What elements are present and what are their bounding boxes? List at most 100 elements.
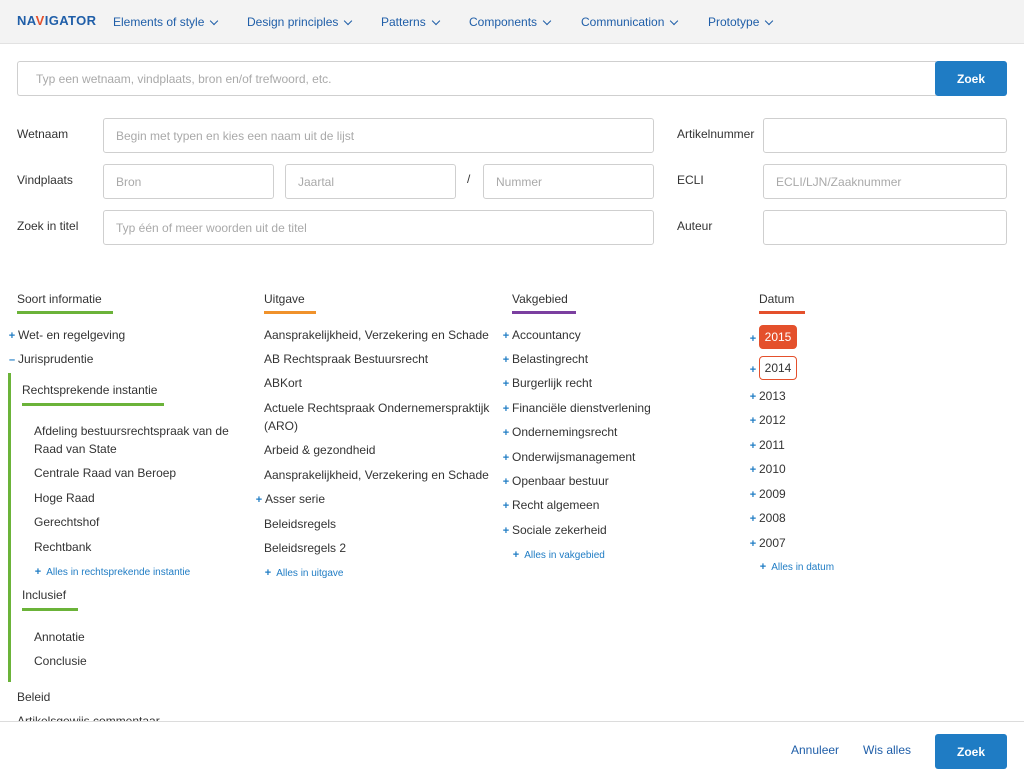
- alles-in-rechtsprekende-instantie-link[interactable]: + Alles in rechtsprekende instantie: [34, 566, 190, 578]
- wetnaam-input[interactable]: [103, 118, 654, 153]
- filter-vakgebied-item[interactable]: + Accountancy: [502, 327, 581, 345]
- plus-icon: +: [749, 538, 757, 550]
- filter-year[interactable]: +2012: [749, 412, 786, 430]
- plus-icon: +: [502, 427, 510, 439]
- datum-underline: [759, 311, 805, 314]
- filter-year[interactable]: +2007: [749, 535, 786, 553]
- plus-icon: +: [34, 566, 42, 578]
- vindplaats-label: Vindplaats: [17, 173, 73, 187]
- wetnaam-label: Wetnaam: [17, 127, 69, 141]
- filter-uitgave-item[interactable]: AB Rechtspraak Bestuursrecht: [264, 351, 428, 368]
- plus-icon: +: [749, 415, 757, 427]
- uitgave-heading: Uitgave: [264, 292, 305, 306]
- filter-uitgave-item-continued[interactable]: (ARO): [264, 418, 298, 435]
- plus-icon: +: [502, 476, 510, 488]
- filter-uitgave-item[interactable]: Actuele Rechtspraak Ondernemerspraktijk: [264, 400, 489, 417]
- nav-components[interactable]: Components: [469, 15, 552, 29]
- year-2015-expander[interactable]: +: [749, 330, 759, 348]
- nav-prototype[interactable]: Prototype: [708, 15, 774, 29]
- filter-uitgave-item[interactable]: Aansprakelijkheid, Verzekering en Schade: [264, 327, 489, 344]
- filter-uitgave-item[interactable]: Arbeid & gezondheid: [264, 442, 375, 459]
- titel-input[interactable]: [103, 210, 654, 245]
- nav-elements-of-style[interactable]: Elements of style: [113, 15, 219, 29]
- titel-label: Zoek in titel: [17, 219, 79, 233]
- filter-raad-van-state[interactable]: Raad van State: [34, 441, 117, 458]
- ecli-label: ECLI: [677, 173, 704, 187]
- chevron-down-icon: [431, 16, 440, 26]
- vakgebied-heading: Vakgebied: [512, 292, 568, 306]
- filter-wet-en-regelgeving[interactable]: + Wet- en regelgeving: [8, 327, 125, 345]
- plus-icon: +: [255, 494, 263, 506]
- filter-beleid[interactable]: Beleid: [17, 689, 50, 706]
- filter-uitgave-item[interactable]: Beleidsregels: [264, 516, 336, 533]
- chevron-down-icon: [344, 16, 353, 26]
- top-navigation-bar: NAVIGATOR Elements of style Design princ…: [0, 0, 1024, 44]
- datum-heading: Datum: [759, 292, 795, 306]
- artikelnummer-input[interactable]: [763, 118, 1007, 153]
- jaartal-input[interactable]: [285, 164, 456, 199]
- nav-design-principles[interactable]: Design principles: [247, 15, 353, 29]
- filter-year[interactable]: +2008: [749, 510, 786, 528]
- minus-icon: –: [8, 354, 16, 366]
- nav-communication[interactable]: Communication: [581, 15, 679, 29]
- plus-icon: +: [749, 364, 757, 376]
- filter-uitgave-item[interactable]: Beleidsregels 2: [264, 540, 346, 557]
- filter-year[interactable]: +2010: [749, 461, 786, 479]
- bron-input[interactable]: [103, 164, 274, 199]
- filter-vakgebied-item[interactable]: + Sociale zekerheid: [502, 522, 607, 540]
- filter-gerechtshof[interactable]: Gerechtshof: [34, 514, 99, 531]
- plus-icon: +: [502, 330, 510, 342]
- alles-in-vakgebied-link[interactable]: + Alles in vakgebied: [512, 549, 605, 561]
- filter-year[interactable]: +2013: [749, 388, 786, 406]
- nav-patterns[interactable]: Patterns: [381, 15, 440, 29]
- bottom-search-button[interactable]: Zoek: [935, 734, 1007, 769]
- auteur-input[interactable]: [763, 210, 1007, 245]
- filter-vakgebied-item[interactable]: + Burgerlijk recht: [502, 375, 592, 393]
- filter-rechtbank[interactable]: Rechtbank: [34, 539, 91, 556]
- filter-year[interactable]: +2011: [749, 437, 785, 455]
- plus-icon: +: [749, 440, 757, 452]
- vindplaats-separator: /: [467, 172, 471, 186]
- annuleer-button[interactable]: Annuleer: [791, 743, 839, 757]
- search-button[interactable]: Zoek: [935, 61, 1007, 96]
- plus-icon: +: [749, 513, 757, 525]
- filter-jurisprudentie[interactable]: – Jurisprudentie: [8, 351, 93, 369]
- filter-year[interactable]: +2009: [749, 486, 786, 504]
- year-2015-selected-chip[interactable]: 2015: [759, 325, 797, 349]
- uitgave-underline: [264, 311, 316, 314]
- artikelnummer-label: Artikelnummer: [677, 127, 755, 141]
- ecli-input[interactable]: [763, 164, 1007, 199]
- wis-alles-button[interactable]: Wis alles: [863, 743, 911, 757]
- filter-uitgave-item[interactable]: + Asser serie: [255, 491, 325, 509]
- navigator-logo[interactable]: NAVIGATOR: [17, 13, 96, 28]
- year-2014-expander[interactable]: +: [749, 361, 759, 379]
- inclusief-heading: Inclusief: [22, 588, 67, 602]
- chevron-down-icon: [210, 16, 219, 26]
- vakgebied-underline: [512, 311, 576, 314]
- filter-vakgebied-item[interactable]: + Belastingrecht: [502, 351, 588, 369]
- plus-icon: +: [749, 333, 757, 345]
- alles-in-datum-link[interactable]: + Alles in datum: [759, 561, 834, 573]
- filter-annotatie[interactable]: Annotatie: [34, 629, 85, 646]
- plus-icon: +: [502, 378, 510, 390]
- plus-icon: +: [502, 403, 510, 415]
- alles-in-uitgave-link[interactable]: + Alles in uitgave: [264, 567, 344, 579]
- year-2014-chip[interactable]: 2014: [759, 356, 797, 380]
- filter-afdeling-bestuursrechtspraak[interactable]: Afdeling bestuursrechtspraak van de: [34, 423, 229, 440]
- chevron-down-icon: [670, 16, 679, 26]
- filter-uitgave-item[interactable]: Aansprakelijkheid, Verzekering en Schade: [264, 467, 489, 484]
- plus-icon: +: [512, 549, 520, 561]
- filter-vakgebied-item[interactable]: + Onderwijsmanagement: [502, 449, 636, 467]
- main-search-input[interactable]: [17, 61, 936, 96]
- filter-hoge-raad[interactable]: Hoge Raad: [34, 490, 95, 507]
- filter-vakgebied-item[interactable]: + Recht algemeen: [502, 497, 600, 515]
- filter-conclusie[interactable]: Conclusie: [34, 653, 87, 670]
- filter-vakgebied-item[interactable]: + Financiële dienstverlening: [502, 400, 651, 418]
- nummer-input[interactable]: [483, 164, 654, 199]
- filter-vakgebied-item[interactable]: + Ondernemingsrecht: [502, 424, 618, 442]
- soort-underline: [17, 311, 113, 314]
- plus-icon: +: [8, 330, 16, 342]
- filter-centrale-raad-van-beroep[interactable]: Centrale Raad van Beroep: [34, 465, 176, 482]
- filter-uitgave-item[interactable]: ABKort: [264, 375, 302, 392]
- filter-vakgebied-item[interactable]: + Openbaar bestuur: [502, 473, 609, 491]
